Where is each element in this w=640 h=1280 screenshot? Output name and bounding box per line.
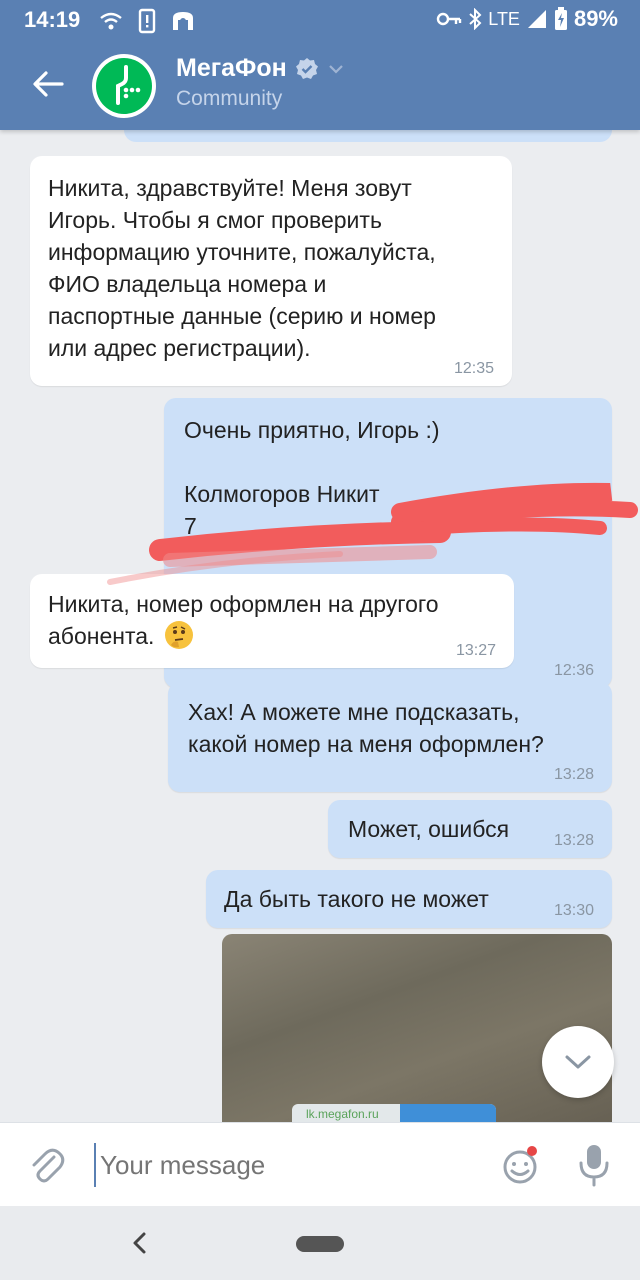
message-time: 13:28: [553, 766, 594, 783]
battery-icon: [554, 7, 567, 30]
megafon-logo: [96, 58, 152, 114]
vk-app-icon: [173, 12, 193, 30]
vpn-key-icon: [437, 12, 462, 26]
megafon-avatar[interactable]: [92, 54, 156, 118]
message-text: Никита, здравствуйте! Меня зовут Игорь. …: [48, 175, 436, 361]
status-time: 14:19: [24, 7, 81, 32]
paperclip-icon[interactable]: [26, 1145, 66, 1185]
sticker-smile-icon[interactable]: [500, 1145, 540, 1185]
message-text: Очень приятно, Игорь :) Колмогоров Никит…: [184, 417, 440, 539]
chat-header: МегаФон Community: [0, 42, 640, 130]
bluetooth-icon: [469, 8, 482, 30]
chevron-down-icon[interactable]: [327, 60, 345, 78]
phone-alert-icon: [138, 8, 156, 34]
wifi-calling-icon: [100, 12, 122, 30]
message-time: 12:35: [453, 360, 494, 377]
scroll-to-bottom-button[interactable]: [542, 1026, 614, 1098]
notification-icons: [98, 8, 196, 34]
community-name: МегаФон: [176, 54, 287, 82]
message-text: Хах! А можете мне подсказать, какой номе…: [188, 699, 544, 757]
system-icons: LTE 89%: [436, 6, 618, 32]
microphone-icon[interactable]: [574, 1143, 614, 1187]
network-type: LTE: [488, 8, 520, 29]
message-outgoing[interactable]: Да быть такого не может 13:30: [206, 870, 612, 928]
header-title-block[interactable]: МегаФон Community: [176, 54, 345, 111]
photo-attachment[interactable]: lk.megafon.ru: [222, 934, 612, 1122]
message-outgoing[interactable]: Хах! А можете мне подсказать, какой номе…: [168, 682, 612, 792]
community-subtitle: Community: [176, 87, 283, 110]
message-list[interactable]: Никита, здравствуйте! Меня зовут Игорь. …: [0, 130, 640, 1122]
signal-icon: [527, 10, 546, 28]
previous-message-edge: [124, 130, 612, 142]
message-text: Да быть такого не может: [224, 886, 489, 912]
top-bar: 14:19 LTE 89% МегаФон Community: [0, 0, 640, 130]
message-input[interactable]: [94, 1143, 480, 1187]
message-incoming[interactable]: Никита, номер оформлен на другого абонен…: [30, 574, 514, 668]
message-time: 13:30: [553, 902, 594, 919]
message-composer: [0, 1122, 640, 1207]
chevron-down-icon: [565, 1055, 591, 1069]
nav-back-icon[interactable]: [126, 1228, 154, 1258]
message-outgoing[interactable]: Может, ошибся 13:28: [328, 800, 612, 858]
message-text: Может, ошибся: [348, 816, 510, 842]
message-incoming[interactable]: Никита, здравствуйте! Меня зовут Игорь. …: [30, 156, 512, 386]
battery-percent: 89%: [573, 6, 618, 31]
message-time: 12:36: [553, 662, 594, 679]
home-pill[interactable]: [296, 1236, 344, 1252]
message-text: Никита, номер оформлен на другого абонен…: [48, 591, 439, 649]
verified-icon: [295, 57, 318, 79]
system-nav-bar: [0, 1206, 640, 1280]
photo-card-text: lk.megafon.ru: [306, 1107, 379, 1121]
photo-card: lk.megafon.ru: [292, 1104, 496, 1122]
status-bar: 14:19 LTE 89%: [0, 0, 640, 42]
message-time: 13:28: [553, 832, 594, 849]
message-time: 13:27: [455, 642, 496, 659]
thinking-face-icon: [164, 621, 193, 649]
back-arrow-icon[interactable]: [28, 64, 68, 104]
